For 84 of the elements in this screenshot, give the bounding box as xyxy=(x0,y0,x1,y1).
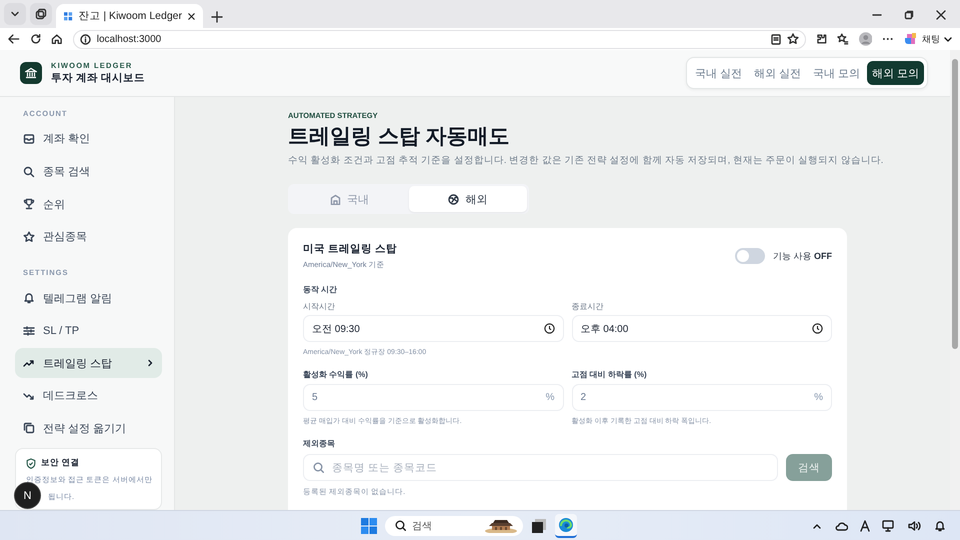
unit-label: % xyxy=(546,392,554,403)
number-field[interactable]: 5 % xyxy=(303,384,564,411)
windows-start-icon[interactable] xyxy=(361,518,377,534)
toggle-switch[interactable] xyxy=(734,248,765,264)
shield-check-icon xyxy=(26,458,36,469)
overlapping-squares-icon xyxy=(35,8,47,20)
swirl-icon xyxy=(904,32,918,46)
app-title: 투자 계좌 대시보드 xyxy=(51,71,145,85)
field-label: 고점 대비 하락률 (%) xyxy=(572,369,648,380)
nav-item[interactable]: 텔레그램 알림 xyxy=(15,283,162,314)
browser-tab[interactable]: 잔고 | Kiwoom Ledger xyxy=(56,4,203,28)
toggle-label: 기능 사용 OFF xyxy=(772,250,832,262)
tab-list-button[interactable] xyxy=(4,3,26,25)
clock-icon[interactable] xyxy=(544,323,554,334)
close-icon[interactable] xyxy=(936,10,946,20)
back-icon[interactable] xyxy=(8,33,20,45)
extensions-icon[interactable] xyxy=(816,33,828,45)
number-field[interactable]: 2 % xyxy=(572,384,832,411)
wave-logo-icon xyxy=(558,516,574,532)
avatar-badge[interactable]: N xyxy=(14,482,41,510)
browser-taskbar-button[interactable] xyxy=(555,514,577,538)
nav-item[interactable]: 관심종목 xyxy=(15,222,162,252)
chevron-right-icon xyxy=(146,359,154,368)
address-bar[interactable]: localhost:3000 xyxy=(72,30,806,48)
account-tab[interactable]: 해외 실전 xyxy=(748,61,806,85)
trophy-icon xyxy=(23,198,35,210)
cloud-icon[interactable] xyxy=(834,520,848,530)
chevron-down-icon xyxy=(10,9,20,19)
font-icon[interactable] xyxy=(860,520,870,532)
market-tab[interactable]: 해외 xyxy=(408,186,527,212)
page-description: 수익 활성화 조건과 고점 추적 기준을 설정합니다. 변경한 값은 기존 전략 설정에 함께 자동 저장되며, 현재는 주문이 실행되지 않습니다. xyxy=(288,154,884,167)
page-title: 트레일링 스탑 자동매도 xyxy=(288,124,511,150)
info-icon xyxy=(80,34,91,44)
account-tab[interactable]: 국내 실전 xyxy=(690,61,747,85)
field-label: 동작 시간 xyxy=(303,284,338,295)
card-title: 미국 트레일링 스탑 xyxy=(303,242,397,256)
nav-item[interactable]: 데드크로스 xyxy=(15,380,162,411)
speaker-icon[interactable] xyxy=(908,520,922,532)
sliders-icon xyxy=(23,324,35,337)
bell-icon xyxy=(23,292,35,304)
new-tab-icon[interactable] xyxy=(211,11,223,23)
favorites-icon[interactable] xyxy=(837,33,849,45)
network-icon[interactable] xyxy=(882,520,896,532)
inbox-icon xyxy=(23,132,35,145)
site-grid-icon xyxy=(64,10,72,22)
clock-icon[interactable] xyxy=(812,323,823,334)
search-icon xyxy=(23,166,35,178)
unit-label: % xyxy=(814,392,823,403)
field-label: 종료시간 xyxy=(572,301,604,312)
account-tab[interactable]: 해외 모의 xyxy=(866,61,924,85)
building-icon xyxy=(330,194,341,204)
bell-icon[interactable] xyxy=(934,520,946,532)
task-view-icon[interactable] xyxy=(531,518,547,534)
field-label: 활성화 수익률 (%) xyxy=(303,369,369,380)
field-label: 시작시간 xyxy=(303,301,336,312)
taskbar-search-field[interactable]: 검색 xyxy=(385,516,523,536)
security-title: 보안 연결 xyxy=(41,457,80,470)
bank-icon xyxy=(25,67,37,79)
star-icon[interactable] xyxy=(786,33,799,45)
chevron-down-icon xyxy=(944,35,952,43)
home-icon[interactable] xyxy=(51,33,63,45)
workspaces-button[interactable] xyxy=(30,3,52,25)
account-tab[interactable]: 국내 모의 xyxy=(808,61,865,85)
reader-icon[interactable] xyxy=(770,34,781,44)
restore-icon[interactable] xyxy=(904,10,914,20)
search-icon xyxy=(395,520,406,531)
nav-item[interactable]: SL / TP xyxy=(15,316,162,346)
search-icon xyxy=(313,462,324,473)
close-icon[interactable] xyxy=(188,12,195,20)
star-icon xyxy=(23,230,35,243)
nav-item[interactable]: 전략 설정 옮기기 xyxy=(15,414,162,444)
time-field[interactable]: 오전 09:30 xyxy=(303,315,564,342)
nav-item[interactable]: 종목 검색 xyxy=(15,156,162,187)
tab-title: 잔고 | Kiwoom Ledger xyxy=(78,9,182,23)
nav-item[interactable]: 계좌 확인 xyxy=(15,124,162,154)
profile-icon[interactable] xyxy=(858,32,872,46)
copilot-button[interactable]: 채팅 xyxy=(904,32,952,46)
copy-icon xyxy=(23,422,35,434)
globe-icon xyxy=(448,194,460,204)
time-field[interactable]: 오후 04:00 xyxy=(572,315,832,342)
reload-icon[interactable] xyxy=(30,33,42,45)
field-label: 제외종목 xyxy=(303,438,336,449)
nav-item[interactable]: 순위 xyxy=(15,189,162,220)
nav-item[interactable]: 트레일링 스탑 xyxy=(15,348,162,378)
